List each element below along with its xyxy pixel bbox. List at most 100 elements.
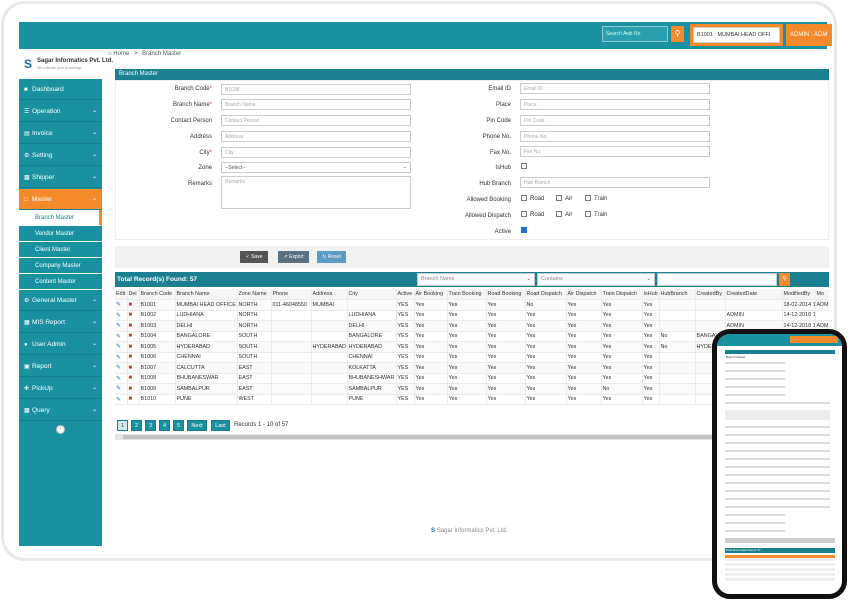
booking-road-checkbox[interactable] — [521, 195, 527, 201]
booking-air-checkbox[interactable] — [556, 195, 562, 201]
column-header[interactable]: Train Dispatch — [601, 289, 643, 300]
fax-input[interactable]: Fax No. — [520, 146, 710, 157]
submenu-branch-master[interactable]: Branch Master — [19, 210, 102, 226]
column-header[interactable]: City — [347, 289, 397, 300]
column-header[interactable]: Phone — [271, 289, 312, 300]
sidebar-item-operation[interactable]: ☰ Operation ⌄ — [19, 101, 102, 122]
pencil-icon[interactable]: ✎ — [116, 302, 121, 308]
branch-select[interactable]: B1001 : MUMBAI HEAD OFFI — [690, 24, 783, 46]
dispatch-road-checkbox[interactable] — [521, 211, 527, 217]
trash-icon[interactable]: ■ — [129, 386, 133, 392]
edit-cell[interactable]: ✎ — [115, 373, 128, 384]
delete-cell[interactable]: ■ — [127, 362, 140, 374]
column-header[interactable]: Zone Name — [237, 289, 272, 300]
export-button[interactable]: ↗ Export — [278, 251, 309, 263]
delete-cell[interactable]: ■ — [127, 320, 140, 332]
edit-cell[interactable]: ✎ — [115, 299, 128, 311]
awb-search-input[interactable]: Search Awb No — [602, 26, 668, 42]
page-5[interactable]: 5 — [173, 420, 184, 431]
submenu-company-master[interactable]: Company Master — [19, 258, 102, 274]
reset-button[interactable]: ↻ Reset — [317, 251, 346, 263]
delete-cell[interactable]: ■ — [127, 310, 140, 321]
column-header[interactable]: CreatedDate — [725, 289, 783, 300]
sidebar-item-query[interactable]: ▩ Query ⌄ — [19, 400, 102, 421]
page-1[interactable]: 1 — [117, 420, 128, 431]
trash-icon[interactable]: ■ — [129, 354, 133, 360]
branch-name-input[interactable]: Branch Name — [221, 99, 411, 110]
column-header[interactable]: Road Dispatch — [525, 289, 567, 300]
zone-select[interactable]: --Select-- ⌄ — [221, 162, 411, 173]
branch-code-input[interactable]: B1038 — [221, 84, 411, 95]
edit-cell[interactable]: ✎ — [115, 352, 128, 363]
column-header[interactable]: CreatedBy — [695, 289, 726, 300]
next-page-button[interactable]: Next — [187, 420, 207, 431]
sidebar-item-pickup[interactable]: ✚ PickUp ⌄ — [19, 378, 102, 399]
home-icon[interactable]: ⌂ — [108, 51, 112, 57]
delete-cell[interactable]: ■ — [127, 331, 140, 342]
trash-icon[interactable]: ■ — [129, 312, 133, 318]
sidebar-item-dashboard[interactable]: ■ Dashboard — [19, 79, 102, 100]
phone-input[interactable]: Phone No. — [520, 131, 710, 142]
trash-icon[interactable]: ■ — [129, 344, 133, 350]
column-header[interactable]: HubBranch — [659, 289, 696, 300]
filter-field-select[interactable]: Branch Name ⌄ — [417, 273, 535, 286]
booking-train-checkbox[interactable] — [585, 195, 591, 201]
column-header[interactable]: Mo — [815, 289, 829, 300]
sidebar-item-shipper[interactable]: ▩ Shipper ⌄ — [19, 167, 102, 188]
search-icon[interactable]: ⚲ — [779, 273, 790, 286]
email-input[interactable]: Email ID — [520, 83, 710, 94]
pencil-icon[interactable]: ✎ — [116, 313, 121, 319]
filter-value-input[interactable] — [657, 273, 777, 286]
edit-cell[interactable]: ✎ — [115, 331, 128, 342]
column-header[interactable]: Del — [127, 289, 140, 300]
pencil-icon[interactable]: ✎ — [116, 344, 121, 350]
page-4[interactable]: 4 — [159, 420, 170, 431]
edit-cell[interactable]: ✎ — [115, 383, 128, 395]
column-header[interactable]: Train Booking — [447, 289, 487, 300]
column-header[interactable]: Edit — [115, 289, 128, 300]
column-header[interactable]: Air Booking — [414, 289, 448, 300]
hub-branch-input[interactable]: Hub Branch — [520, 177, 710, 188]
pencil-icon[interactable]: ✎ — [116, 376, 121, 382]
submenu-content-master[interactable]: Content Master — [19, 274, 102, 290]
trash-icon[interactable]: ■ — [129, 396, 133, 402]
breadcrumb-home[interactable]: Home — [113, 51, 129, 57]
sidebar-item-invoice[interactable]: ▤ Invoice ⌄ — [19, 123, 102, 144]
delete-cell[interactable]: ■ — [127, 299, 140, 311]
column-header[interactable]: Road Booking — [486, 289, 526, 300]
active-checkbox[interactable] — [521, 227, 527, 233]
edit-cell[interactable]: ✎ — [115, 394, 128, 405]
trash-icon[interactable]: ■ — [129, 302, 133, 308]
place-input[interactable]: Place — [520, 99, 710, 110]
save-button[interactable]: ✓ Save — [240, 251, 268, 263]
contact-person-input[interactable]: Contact Person — [221, 115, 411, 126]
sidebar-item-setting[interactable]: ⚙ Setting ⌄ — [19, 145, 102, 166]
pencil-icon[interactable]: ✎ — [116, 397, 121, 403]
submenu-client-master[interactable]: Client Master — [19, 242, 102, 258]
trash-icon[interactable]: ■ — [129, 375, 133, 381]
column-header[interactable]: Active — [396, 289, 415, 300]
trash-icon[interactable]: ■ — [129, 323, 133, 329]
dispatch-air-checkbox[interactable] — [556, 211, 562, 217]
sidebar-item-report[interactable]: ▣ Report ⌄ — [19, 356, 102, 377]
edit-cell[interactable]: ✎ — [115, 341, 128, 353]
scrollbar-thumb[interactable] — [123, 435, 733, 439]
is-hub-checkbox[interactable] — [521, 163, 527, 169]
sidebar-collapse-icon[interactable]: ‹ — [56, 425, 65, 434]
column-header[interactable]: Branch Code — [139, 289, 176, 300]
remarks-textarea[interactable]: Remarks — [221, 176, 411, 209]
submenu-vendor-master[interactable]: Vendor Master — [19, 226, 102, 242]
delete-cell[interactable]: ■ — [127, 394, 140, 405]
trash-icon[interactable]: ■ — [129, 333, 133, 339]
dispatch-train-checkbox[interactable] — [585, 211, 591, 217]
column-header[interactable]: Branch Name — [175, 289, 238, 300]
sidebar-item-master[interactable]: □ Master ⌄ — [19, 189, 102, 210]
edit-cell[interactable]: ✎ — [115, 362, 128, 374]
user-menu[interactable]: ADMIN : ADM — [786, 24, 832, 46]
filter-operator-select[interactable]: Contains ⌄ — [537, 273, 655, 286]
delete-cell[interactable]: ■ — [127, 373, 140, 384]
column-header[interactable]: IsHub — [642, 289, 660, 300]
pin-code-input[interactable]: Pin Code — [520, 115, 710, 126]
city-input[interactable]: City — [221, 147, 411, 158]
last-page-button[interactable]: Last — [211, 420, 230, 431]
